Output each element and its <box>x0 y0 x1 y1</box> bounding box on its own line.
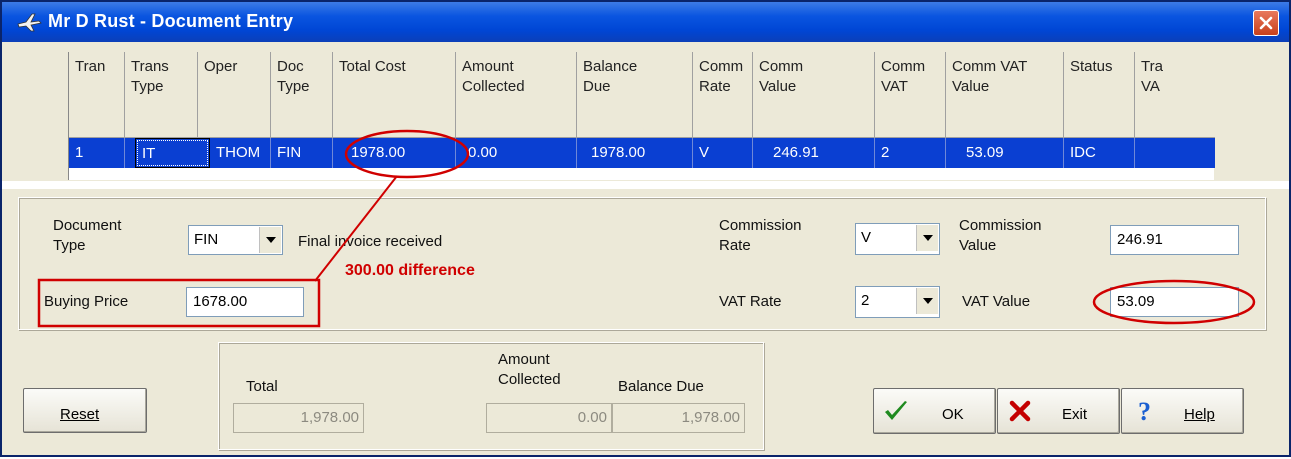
dropdown-button[interactable] <box>916 225 938 251</box>
amount-collected-label: Amount Collected <box>498 351 561 388</box>
column-header-comm-rate[interactable]: Comm Rate <box>693 52 753 138</box>
buying-price-field[interactable]: 1678.00 <box>186 287 304 317</box>
cell-tran[interactable]: 1 <box>69 138 125 168</box>
vat-value-label: VAT Value <box>962 293 1031 310</box>
cell-oper[interactable]: THOM <box>210 138 271 168</box>
exit-button-label: Exit <box>1062 406 1088 423</box>
column-header-tran[interactable]: Tran <box>69 52 125 138</box>
cell-doc-type[interactable]: FIN <box>271 138 333 168</box>
buying-price-label: Buying Price <box>44 293 129 310</box>
chevron-down-icon <box>266 237 276 243</box>
vat-rate-select[interactable]: 2 <box>855 286 940 318</box>
vat-rate-label: VAT Rate <box>719 293 782 310</box>
airplane-icon <box>17 13 42 32</box>
cell-amount-collected[interactable]: 0.00 <box>456 138 577 168</box>
column-header-balance-due[interactable]: Balance Due <box>577 52 693 138</box>
title-bar[interactable]: Mr D Rust - Document Entry <box>2 2 1289 42</box>
balance-due-label: Balance Due <box>618 378 704 395</box>
cell-balance-due[interactable]: 1978.00 <box>577 138 693 168</box>
ok-button-label: OK <box>942 406 964 423</box>
amount-collected-field: 0.00 <box>486 403 612 433</box>
column-header-comm-value[interactable]: Comm Value <box>753 52 875 138</box>
close-button[interactable] <box>1253 10 1279 36</box>
commission-rate-label: Commission Rate <box>719 217 802 254</box>
reset-button[interactable]: Reset <box>23 388 147 433</box>
cell-total-cost[interactable]: 1978.00 <box>333 138 456 168</box>
vat-rate-value: 2 <box>861 292 870 309</box>
exit-button[interactable]: Exit <box>997 388 1120 434</box>
column-header-comm-vat[interactable]: Comm VAT <box>875 52 946 138</box>
document-entry-window: Mr D Rust - Document Entry Tran Trans Ty… <box>0 0 1291 457</box>
difference-annotation: 300.00 difference <box>345 262 475 279</box>
balance-due-field: 1,978.00 <box>612 403 745 433</box>
column-header-oper[interactable]: Oper <box>198 52 271 138</box>
chevron-down-icon <box>923 235 933 241</box>
document-type-description: Final invoice received <box>298 233 443 250</box>
cell-comm-vat[interactable]: 2 <box>875 138 946 168</box>
column-header-trans-type[interactable]: Trans Type <box>125 52 198 138</box>
column-header-status[interactable]: Status <box>1064 52 1135 138</box>
commission-rate-value: V <box>861 229 872 246</box>
window-title: Mr D Rust - Document Entry <box>48 11 294 31</box>
cell-comm-vat-value[interactable]: 53.09 <box>946 138 1064 168</box>
total-field: 1,978.00 <box>233 403 364 433</box>
column-header-total-cost[interactable]: Total Cost <box>333 52 456 138</box>
checkmark-icon <box>885 401 907 420</box>
cell-trans-type[interactable]: IT <box>135 138 210 168</box>
chevron-down-icon <box>923 298 933 304</box>
section-divider <box>2 181 1289 189</box>
reset-button-label: Reset <box>60 406 100 423</box>
transactions-grid[interactable]: Tran Trans Type Oper Doc Type Total Cost… <box>68 52 1215 180</box>
help-button[interactable]: ? Help <box>1121 388 1244 434</box>
close-icon <box>1259 16 1273 30</box>
dropdown-button[interactable] <box>916 288 938 314</box>
cell-comm-rate[interactable]: V <box>693 138 753 168</box>
vat-value-field[interactable]: 53.09 <box>1110 287 1239 317</box>
document-type-label: Document Type <box>53 217 122 254</box>
column-header-comm-vat-value[interactable]: Comm VAT Value <box>946 52 1064 138</box>
ok-button[interactable]: OK <box>873 388 996 434</box>
cell-status[interactable]: IDC <box>1064 138 1135 168</box>
cell-trans-vat[interactable] <box>1135 138 1215 168</box>
commission-value-label: Commission Value <box>959 217 1042 254</box>
document-type-select[interactable]: FIN <box>188 225 283 255</box>
close-icon <box>1009 400 1031 422</box>
total-label: Total <box>246 378 278 395</box>
column-header-doc-type[interactable]: Doc Type <box>271 52 333 138</box>
help-icon: ? <box>1138 397 1151 425</box>
cell-comm-value[interactable]: 246.91 <box>753 138 875 168</box>
commission-rate-select[interactable]: V <box>855 223 940 255</box>
document-type-value: FIN <box>194 231 219 248</box>
column-header-amount-collected[interactable]: Amount Collected <box>456 52 577 138</box>
dropdown-button[interactable] <box>259 227 281 253</box>
commission-value-field[interactable]: 246.91 <box>1110 225 1239 255</box>
help-button-label: Help <box>1184 406 1215 423</box>
svg-text:?: ? <box>1138 397 1151 425</box>
column-header-trans-vat[interactable]: Tra VA <box>1135 52 1215 138</box>
